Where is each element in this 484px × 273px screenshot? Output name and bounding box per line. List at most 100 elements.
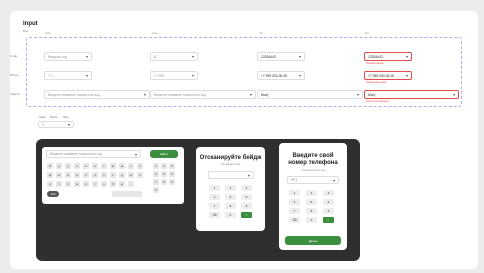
phone-key[interactable]: 0 <box>306 217 317 223</box>
scan-key[interactable]: ✓ <box>241 212 252 218</box>
numpad-key[interactable]: 7 <box>153 179 159 185</box>
scan-key[interactable]: 5 <box>225 194 236 200</box>
numpad-key[interactable]: 5 <box>161 171 167 177</box>
keyboard-key[interactable]: к <box>74 163 80 169</box>
numpad-key[interactable]: 3 <box>169 163 175 169</box>
scan-key[interactable]: 2 <box>225 185 236 191</box>
keyboard-key[interactable]: . <box>128 181 134 187</box>
phone-input-filled[interactable]: +7 999 000-00-00 ▾ <box>257 71 305 80</box>
code-input[interactable]: Введите код ▾ <box>44 52 92 61</box>
keyboard-key[interactable]: з <box>128 163 134 169</box>
keyboard-key[interactable]: ш <box>110 163 116 169</box>
scan-key[interactable]: 9 <box>241 203 252 209</box>
phone-key[interactable]: 4 <box>289 199 300 205</box>
numpad-key[interactable]: 8 <box>161 179 167 185</box>
keyboard-key[interactable]: б <box>110 181 116 187</box>
search-value-b: Мол| <box>368 92 376 97</box>
keyboard-key[interactable]: я <box>47 181 53 187</box>
keyboard-key[interactable]: г <box>101 163 107 169</box>
phone-input[interactable]: +7 | ▾ <box>44 71 92 80</box>
keyboard-key[interactable]: ж <box>128 172 134 178</box>
code-input-typing[interactable]: 1 ▾ <box>150 52 198 61</box>
size-select[interactable]: S ▾ <box>38 121 74 128</box>
keyboard-key[interactable]: у <box>65 163 71 169</box>
chevron-down-icon: ▾ <box>143 92 146 97</box>
keyboard-key[interactable]: и <box>83 181 89 187</box>
search-input-error[interactable]: Мол| ▾ <box>364 90 459 99</box>
keyboard-key[interactable]: ч <box>56 181 62 187</box>
phone-error-text: Неверный номер <box>366 81 387 84</box>
phone-key[interactable]: 6 <box>323 199 334 205</box>
phone-key[interactable]: 2 <box>306 190 317 196</box>
scan-key[interactable]: 4 <box>209 194 220 200</box>
code-error-text: Ошибка ввода <box>366 62 384 65</box>
numpad-key[interactable]: 2 <box>161 163 167 169</box>
scan-key[interactable]: 3 <box>241 185 252 191</box>
phone-key[interactable]: 9 <box>323 208 334 214</box>
phone-key[interactable]: 1 <box>289 190 300 196</box>
numpad-key[interactable]: 0 <box>153 187 159 193</box>
keyboard-key[interactable]: с <box>65 181 71 187</box>
phone-key[interactable]: ✓ <box>323 217 334 223</box>
numpad-key[interactable]: 1 <box>153 163 159 169</box>
code-error-value: 12334443 <box>368 54 383 59</box>
numeric-switch-button[interactable]: 123 <box>47 191 59 197</box>
phone-modal: Введите свой номер телефона Чтобы получи… <box>279 143 347 250</box>
phone-key[interactable]: 3 <box>323 190 334 196</box>
row-label-phone: Phone <box>10 73 19 77</box>
space-key[interactable] <box>112 191 142 197</box>
keyboard-key[interactable]: ы <box>56 172 62 178</box>
numpad-key[interactable]: 6 <box>169 171 175 177</box>
keyboard-key[interactable]: т <box>92 181 98 187</box>
phone-input-typing[interactable]: +7 999 ▾ <box>150 71 198 80</box>
keyboard-key[interactable]: в <box>65 172 71 178</box>
scan-key[interactable]: ⌫ <box>209 212 220 218</box>
scan-key[interactable]: 8 <box>225 203 236 209</box>
keyboard-key[interactable]: ф <box>47 172 53 178</box>
keyboard-key[interactable]: о <box>101 172 107 178</box>
keyboard-key[interactable]: щ <box>119 163 125 169</box>
keyboard-search-placeholder: Введите название товара или код <box>50 152 102 156</box>
keyboard-key[interactable]: е <box>83 163 89 169</box>
keyboard-key[interactable]: э <box>137 172 143 178</box>
keyboard-key[interactable]: ц <box>56 163 62 169</box>
scan-modal-title: Отсканируйте бейдж <box>199 155 262 161</box>
scan-key[interactable]: 6 <box>241 194 252 200</box>
keyboard-key[interactable]: д <box>119 172 125 178</box>
phone-key[interactable]: 7 <box>289 208 300 214</box>
search-input[interactable]: Введите название товара или код ▾ <box>44 90 150 99</box>
keyboard-key[interactable]: р <box>92 172 98 178</box>
keyboard-key[interactable]: а <box>74 172 80 178</box>
search-error-text: Ничего не найдено <box>366 100 389 103</box>
code-input-filled[interactable]: 12334443 ▾ <box>257 52 305 61</box>
keyboard-key[interactable]: п <box>83 172 89 178</box>
keyboard-key[interactable]: л <box>110 172 116 178</box>
phone-submit-button[interactable]: Далее <box>285 236 341 245</box>
keyboard-key[interactable]: н <box>92 163 98 169</box>
code-input-error[interactable]: 12334443 ▾ <box>364 52 412 61</box>
phone-key[interactable]: ⌫ <box>289 217 300 223</box>
keyboard-key[interactable]: м <box>74 181 80 187</box>
size-select-value: S <box>42 122 45 127</box>
keyboard-key[interactable]: х <box>137 163 143 169</box>
phone-modal-input[interactable]: +7 | ▾ <box>287 176 339 184</box>
keyboard-key[interactable]: ю <box>119 181 125 187</box>
phone-key[interactable]: 5 <box>306 199 317 205</box>
badge-code-input[interactable]: ▾ <box>208 171 254 179</box>
scan-key[interactable]: 0 <box>225 212 236 218</box>
keyboard-search-input[interactable]: Введите название товара или код ▾ <box>46 150 141 158</box>
scan-badge-modal: Отсканируйте бейдж или введите код ▾ 123… <box>196 147 265 231</box>
chevron-down-icon: ▾ <box>405 54 408 59</box>
keyboard-key[interactable]: ь <box>101 181 107 187</box>
phone-modal-prefix: +7 | <box>291 178 297 182</box>
search-input-focus[interactable]: Введите название товара или код ▾ <box>150 90 256 99</box>
keyboard-key[interactable]: й <box>47 163 53 169</box>
scan-key[interactable]: 1 <box>209 185 220 191</box>
phone-key[interactable]: 8 <box>306 208 317 214</box>
search-input-filled[interactable]: Мол| ▾ <box>257 90 363 99</box>
search-submit-button[interactable]: Найти <box>150 150 178 158</box>
phone-input-error[interactable]: +7 999 000-00-00 ▾ <box>364 71 412 80</box>
numpad-key[interactable]: 4 <box>153 171 159 177</box>
scan-key[interactable]: 7 <box>209 203 220 209</box>
numpad-key[interactable]: 9 <box>169 179 175 185</box>
